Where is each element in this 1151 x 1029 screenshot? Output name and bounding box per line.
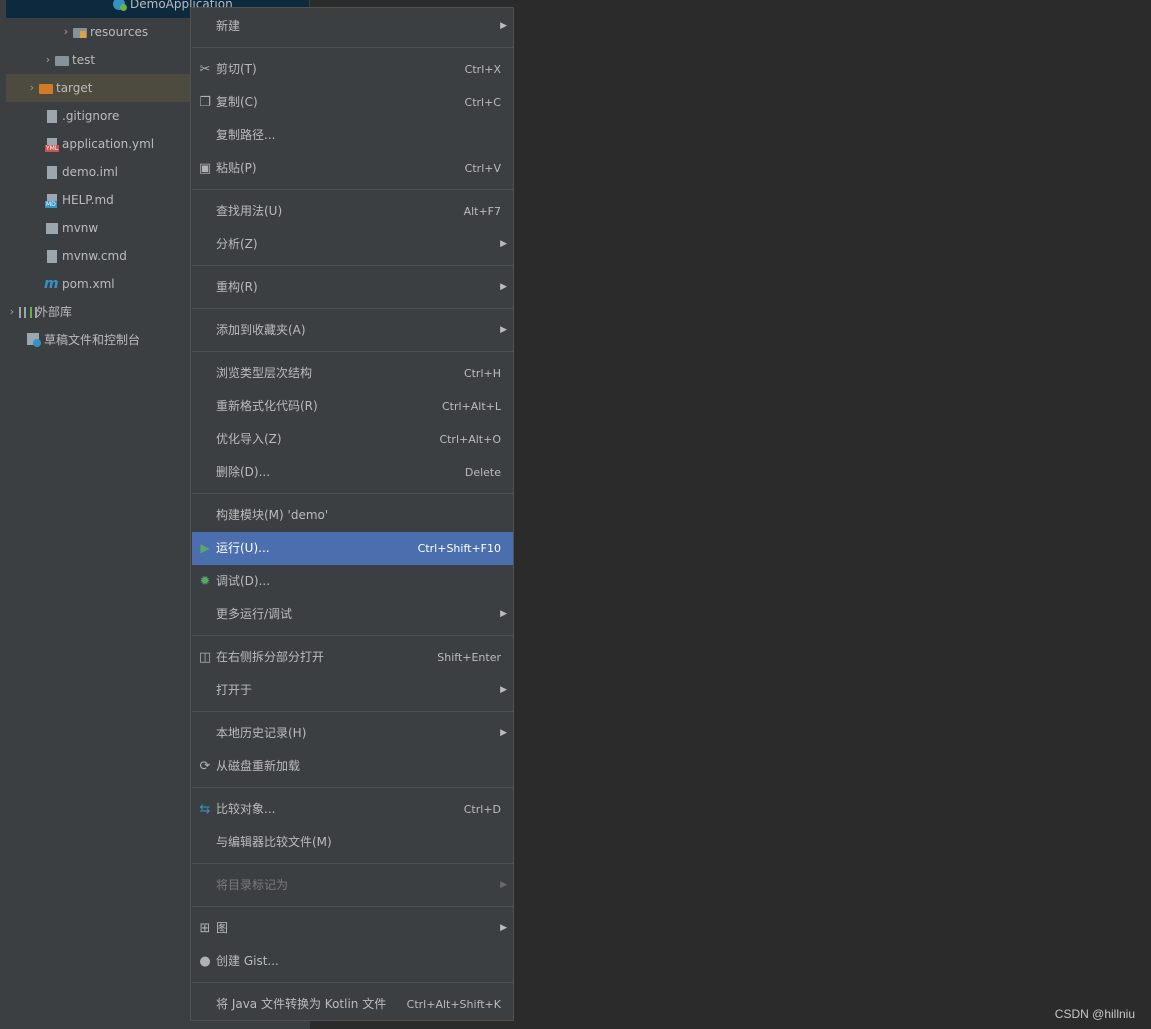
tree-item-label: 草稿文件和控制台 xyxy=(44,333,141,347)
submenu-arrow-icon: ▶ xyxy=(500,880,507,890)
shell-script-icon xyxy=(44,220,60,236)
chevron-right-icon[interactable]: › xyxy=(60,18,72,46)
menu-item-mark-directory-as[interactable]: 将目录标记为 ▶ xyxy=(192,869,513,902)
tree-item-label: application.yml xyxy=(62,137,155,151)
folder-icon xyxy=(54,52,70,68)
chevron-right-icon[interactable]: › xyxy=(6,298,18,326)
menu-separator xyxy=(192,863,513,864)
menu-item-reformat-code[interactable]: 重新格式化代码(R) Ctrl+Alt+L xyxy=(192,390,513,423)
run-icon: ▶ xyxy=(200,541,210,555)
menu-separator xyxy=(192,265,513,266)
split-icon: ◫ xyxy=(198,650,212,665)
chevron-right-icon[interactable]: › xyxy=(42,46,54,74)
tree-item-label: mvnw.cmd xyxy=(62,249,127,263)
tree-item-label: test xyxy=(72,53,96,67)
yaml-file-icon: YML xyxy=(44,136,60,152)
menu-separator xyxy=(192,189,513,190)
menu-item-copy-path[interactable]: 复制路径... xyxy=(192,119,513,152)
menu-item-create-gist[interactable]: ● 创建 Gist... xyxy=(192,945,513,978)
tree-item-label: pom.xml xyxy=(62,277,115,291)
menu-separator xyxy=(192,982,513,983)
markdown-file-icon: MD xyxy=(44,192,60,208)
menu-item-copy[interactable]: ❐ 复制(C) Ctrl+C xyxy=(192,86,513,119)
menu-item-open-split-right[interactable]: ◫ 在右侧拆分部分打开 Shift+Enter xyxy=(192,641,513,674)
menu-item-compare-with-editor[interactable]: 与编辑器比较文件(M) xyxy=(192,826,513,859)
resources-folder-icon xyxy=(72,24,88,40)
menu-separator xyxy=(192,906,513,907)
menu-item-add-to-favorites[interactable]: 添加到收藏夹(A) ▶ xyxy=(192,314,513,347)
submenu-arrow-icon: ▶ xyxy=(500,325,507,335)
maven-icon: m xyxy=(44,276,59,292)
context-menu: 新建 ▶ ✂ 剪切(T) Ctrl+X ❐ 复制(C) Ctrl+C 复制路径.… xyxy=(190,7,514,1021)
submenu-arrow-icon: ▶ xyxy=(500,282,507,292)
watermark: CSDN @hillniu xyxy=(1054,1007,1135,1021)
submenu-arrow-icon: ▶ xyxy=(500,609,507,619)
menu-separator xyxy=(192,711,513,712)
scratch-icon xyxy=(26,332,42,348)
tree-item-label: target xyxy=(56,81,93,95)
menu-separator xyxy=(192,308,513,309)
submenu-arrow-icon: ▶ xyxy=(500,685,507,695)
tree-item-label: 外部库 xyxy=(36,305,73,319)
menu-item-type-hierarchy[interactable]: 浏览类型层次结构 Ctrl+H xyxy=(192,357,513,390)
reload-icon: ⟳ xyxy=(199,759,211,774)
menu-item-delete[interactable]: 删除(D)... Delete xyxy=(192,456,513,489)
menu-item-open-in[interactable]: 打开于 ▶ xyxy=(192,674,513,707)
tree-item-label: .gitignore xyxy=(62,109,120,123)
tree-item-label: demo.iml xyxy=(62,165,118,179)
debug-icon: ✹ xyxy=(199,574,211,589)
tree-item-label: mvnw xyxy=(62,221,99,235)
submenu-arrow-icon: ▶ xyxy=(500,239,507,249)
menu-item-analyze[interactable]: 分析(Z) ▶ xyxy=(192,228,513,261)
menu-item-compare-with[interactable]: ⇆ 比较对象... Ctrl+D xyxy=(192,793,513,826)
menu-separator xyxy=(192,635,513,636)
menu-item-run[interactable]: ▶ 运行(U)... Ctrl+Shift+F10 xyxy=(192,532,513,565)
tree-item-label: HELP.md xyxy=(62,193,114,207)
menu-item-refactor[interactable]: 重构(R) ▶ xyxy=(192,271,513,304)
menu-item-convert-to-kotlin[interactable]: 将 Java 文件转换为 Kotlin 文件 Ctrl+Alt+Shift+K xyxy=(192,988,513,1021)
text-file-icon xyxy=(44,248,60,264)
menu-item-debug[interactable]: ✹ 调试(D)... xyxy=(192,565,513,598)
copy-icon: ❐ xyxy=(199,95,211,110)
menu-item-optimize-imports[interactable]: 优化导入(Z) Ctrl+Alt+O xyxy=(192,423,513,456)
menu-separator xyxy=(192,351,513,352)
diagram-icon: ⊞ xyxy=(199,921,211,936)
menu-separator xyxy=(192,47,513,48)
menu-separator xyxy=(192,787,513,788)
compare-icon: ⇆ xyxy=(199,802,211,817)
scissors-icon: ✂ xyxy=(199,62,211,77)
menu-item-cut[interactable]: ✂ 剪切(T) Ctrl+X xyxy=(192,53,513,86)
menu-item-more-run-debug[interactable]: 更多运行/调试 ▶ xyxy=(192,598,513,631)
submenu-arrow-icon: ▶ xyxy=(500,21,507,31)
submenu-arrow-icon: ▶ xyxy=(500,923,507,933)
submenu-arrow-icon: ▶ xyxy=(500,728,507,738)
menu-item-new[interactable]: 新建 ▶ xyxy=(192,10,513,43)
menu-item-paste[interactable]: ▣ 粘贴(P) Ctrl+V xyxy=(192,152,513,185)
github-icon: ● xyxy=(199,954,211,969)
tree-item-label: resources xyxy=(90,25,149,39)
excluded-folder-icon xyxy=(38,80,54,96)
menu-item-reload-from-disk[interactable]: ⟳ 从磁盘重新加载 xyxy=(192,750,513,783)
menu-item-local-history[interactable]: 本地历史记录(H) ▶ xyxy=(192,717,513,750)
menu-item-diagrams[interactable]: ⊞ 图 ▶ xyxy=(192,912,513,945)
library-icon xyxy=(18,304,37,320)
module-file-icon xyxy=(44,164,60,180)
paste-icon: ▣ xyxy=(198,161,212,176)
menu-separator xyxy=(192,493,513,494)
menu-item-build-module[interactable]: 构建模块(M) 'demo' xyxy=(192,499,513,532)
menu-item-find-usages[interactable]: 查找用法(U) Alt+F7 xyxy=(192,195,513,228)
ignore-file-icon xyxy=(44,108,60,124)
spring-class-icon xyxy=(112,0,128,12)
chevron-right-icon[interactable]: › xyxy=(26,74,38,102)
